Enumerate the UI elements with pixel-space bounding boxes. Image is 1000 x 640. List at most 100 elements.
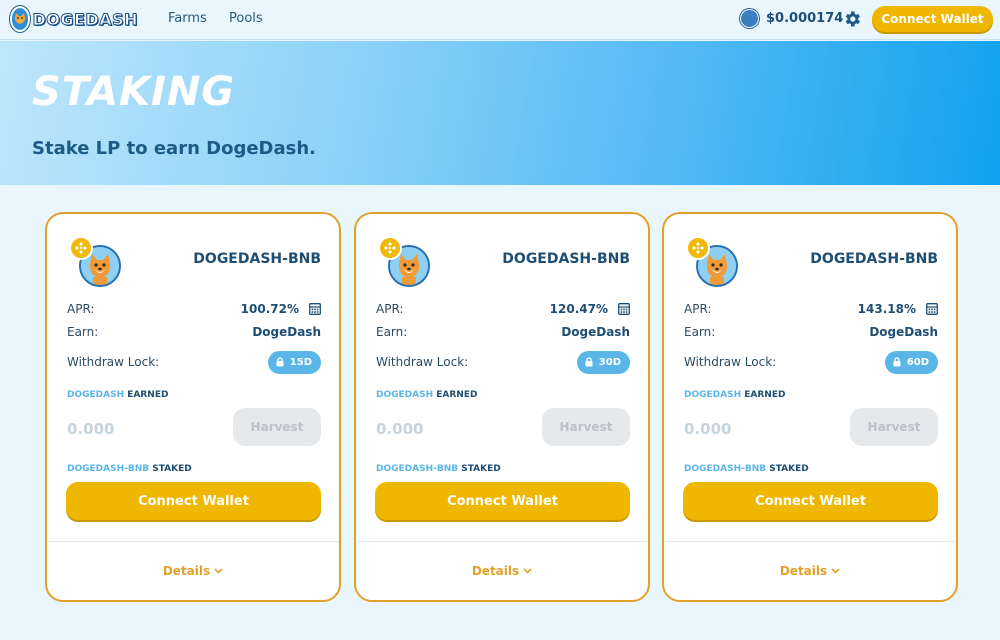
pool-card: DOGEDASH-BNB APR: 120.47% Earn: DogeDash… <box>354 212 650 602</box>
earned-word: EARNED <box>436 390 478 400</box>
earned-token: DOGEDASH <box>376 390 434 400</box>
staked-section-label: DOGEDASH-BNB STAKED <box>376 464 501 474</box>
earn-row: Earn: DogeDash <box>684 325 938 339</box>
nav-link-farms[interactable]: Farms <box>168 11 207 26</box>
apr-label: APR: <box>684 302 712 316</box>
earn-label: Earn: <box>376 325 408 339</box>
chevron-down-icon <box>214 568 223 574</box>
earned-section-label: DOGEDASH EARNED <box>376 390 477 400</box>
pool-pair-name: DOGEDASH-BNB <box>502 251 630 267</box>
card-divider <box>356 541 648 542</box>
earned-amount: 0.000 <box>376 420 424 438</box>
page-subtitle: Stake LP to earn DogeDash. <box>32 138 317 159</box>
withdraw-lock-row: Withdraw Lock: 30D <box>376 350 630 374</box>
lock-duration: 30D <box>598 356 621 368</box>
staked-token: DOGEDASH-BNB <box>67 464 150 474</box>
apr-value-wrap: 120.47% <box>550 302 630 316</box>
pool-pair-name: DOGEDASH-BNB <box>193 251 321 267</box>
nav-link-pools[interactable]: Pools <box>229 11 263 26</box>
details-label: Details <box>162 564 211 578</box>
earned-word: EARNED <box>127 390 169 400</box>
calculator-icon[interactable] <box>309 303 321 315</box>
card-connect-wallet-button[interactable]: Connect Wallet <box>66 482 321 520</box>
card-divider <box>664 541 956 542</box>
details-toggle[interactable]: Details <box>356 564 648 578</box>
withdraw-lock-label: Withdraw Lock: <box>67 355 160 369</box>
earned-section-label: DOGEDASH EARNED <box>684 390 785 400</box>
calculator-icon[interactable] <box>926 303 938 315</box>
bnb-icon <box>378 236 402 260</box>
apr-value: 120.47% <box>549 302 608 316</box>
page-title: STAKING <box>32 69 236 115</box>
withdraw-lock-row: Withdraw Lock: 60D <box>684 350 938 374</box>
details-toggle[interactable]: Details <box>664 564 956 578</box>
withdraw-lock-label: Withdraw Lock: <box>684 355 777 369</box>
earn-value: DogeDash <box>252 325 321 339</box>
lock-icon <box>585 357 593 367</box>
card-connect-wallet-button[interactable]: Connect Wallet <box>683 482 938 520</box>
earn-row: Earn: DogeDash <box>67 325 321 339</box>
withdraw-lock-label: Withdraw Lock: <box>376 355 469 369</box>
staked-section-label: DOGEDASH-BNB STAKED <box>67 464 192 474</box>
chevron-down-icon <box>523 568 532 574</box>
apr-value: 143.18% <box>857 302 916 316</box>
pool-card: DOGEDASH-BNB APR: 143.18% Earn: DogeDash… <box>662 212 958 602</box>
pool-card: DOGEDASH-BNB APR: 100.72% Earn: DogeDash… <box>45 212 341 602</box>
logo[interactable]: DOGEDASH <box>10 5 138 33</box>
lock-icon <box>893 357 901 367</box>
apr-row: APR: 100.72% <box>67 302 321 316</box>
apr-value-wrap: 100.72% <box>241 302 321 316</box>
calculator-icon[interactable] <box>618 303 630 315</box>
token-pair-icon <box>686 236 740 287</box>
lock-badge: 60D <box>884 350 938 374</box>
earned-token: DOGEDASH <box>67 390 125 400</box>
token-price: $0.000174 <box>740 9 843 28</box>
gear-icon[interactable] <box>842 9 862 29</box>
card-divider <box>47 541 339 542</box>
apr-row: APR: 143.18% <box>684 302 938 316</box>
lock-icon <box>276 357 284 367</box>
top-nav: DOGEDASH Farms Pools $0.000174 Connect W… <box>0 0 1000 40</box>
earned-token: DOGEDASH <box>684 390 742 400</box>
harvest-button[interactable]: Harvest <box>850 408 938 446</box>
staked-token: DOGEDASH-BNB <box>684 464 767 474</box>
doge-logo-icon <box>10 6 31 32</box>
price-value: $0.000174 <box>766 11 844 26</box>
bnb-icon <box>686 236 710 260</box>
doge-coin-icon <box>740 9 759 28</box>
pool-pair-name: DOGEDASH-BNB <box>810 251 938 267</box>
bnb-icon <box>69 236 93 260</box>
earn-row: Earn: DogeDash <box>376 325 630 339</box>
harvest-button[interactable]: Harvest <box>542 408 630 446</box>
staked-section-label: DOGEDASH-BNB STAKED <box>684 464 809 474</box>
details-label: Details <box>779 564 828 578</box>
earn-value: DogeDash <box>869 325 938 339</box>
earn-label: Earn: <box>684 325 716 339</box>
token-pair-icon <box>69 236 123 287</box>
lock-badge: 30D <box>576 350 630 374</box>
earn-label: Earn: <box>67 325 99 339</box>
connect-wallet-button[interactable]: Connect Wallet <box>872 6 993 32</box>
staked-token: DOGEDASH-BNB <box>376 464 459 474</box>
earned-word: EARNED <box>744 390 786 400</box>
earned-amount: 0.000 <box>684 420 732 438</box>
staked-word: STAKED <box>769 464 809 474</box>
apr-label: APR: <box>376 302 404 316</box>
harvest-button[interactable]: Harvest <box>233 408 321 446</box>
apr-label: APR: <box>67 302 95 316</box>
card-connect-wallet-button[interactable]: Connect Wallet <box>375 482 630 520</box>
staked-word: STAKED <box>461 464 501 474</box>
earn-value: DogeDash <box>561 325 630 339</box>
token-pair-icon <box>378 236 432 287</box>
details-label: Details <box>471 564 520 578</box>
earned-amount: 0.000 <box>67 420 115 438</box>
lock-duration: 15D <box>289 356 312 368</box>
withdraw-lock-row: Withdraw Lock: 15D <box>67 350 321 374</box>
apr-row: APR: 120.47% <box>376 302 630 316</box>
lock-badge: 15D <box>267 350 321 374</box>
hero-banner: STAKING Stake LP to earn DogeDash. <box>0 41 1000 185</box>
logo-text: DOGEDASH <box>32 9 138 29</box>
staked-word: STAKED <box>152 464 192 474</box>
details-toggle[interactable]: Details <box>47 564 339 578</box>
apr-value-wrap: 143.18% <box>858 302 938 316</box>
